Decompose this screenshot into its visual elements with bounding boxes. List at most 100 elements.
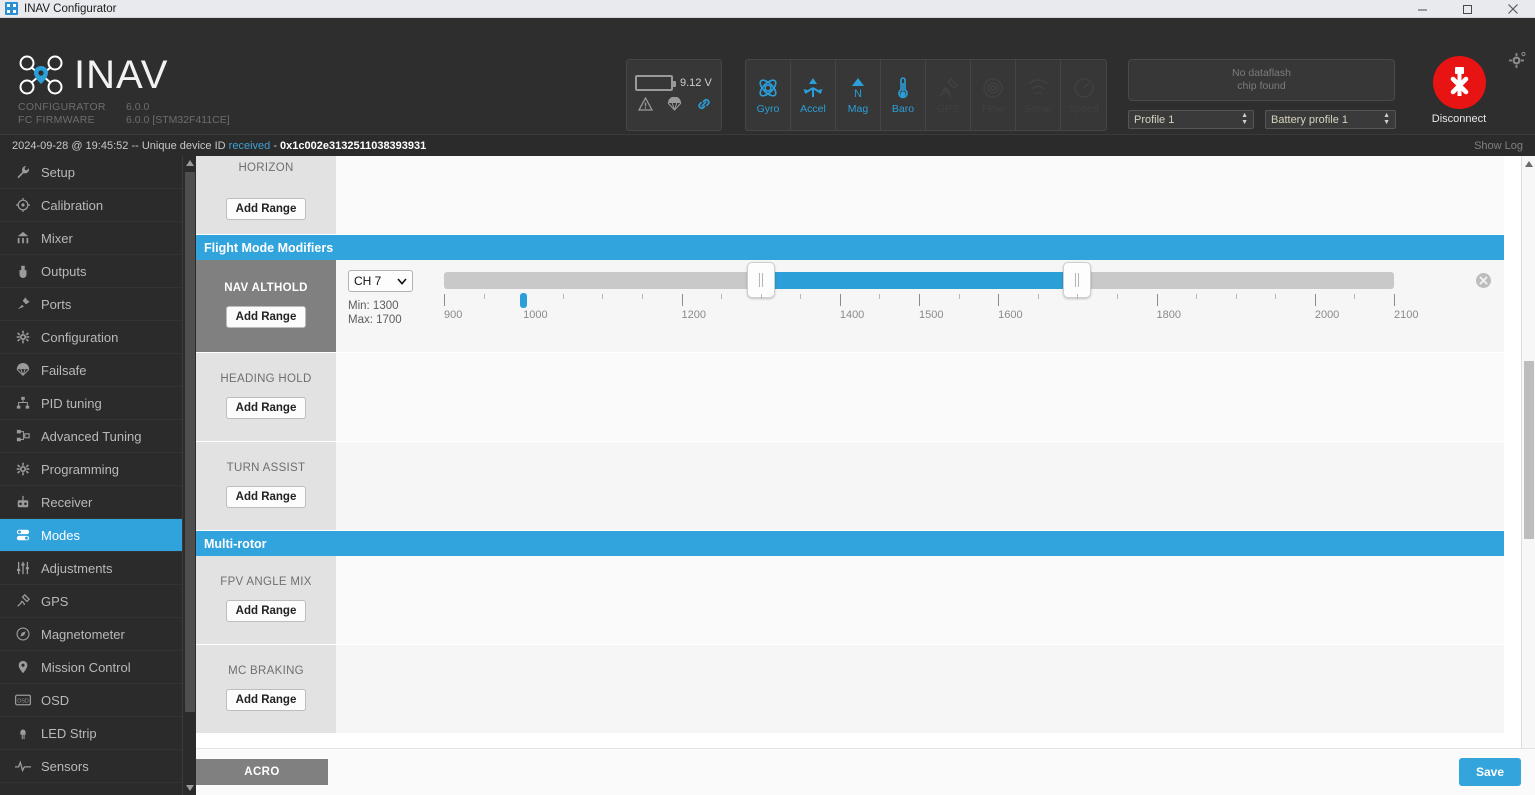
remove-range-icon[interactable] xyxy=(1476,273,1491,288)
scale-tick-label: 2100 xyxy=(1394,309,1418,321)
log-separator: -- xyxy=(131,140,138,152)
main-scrollbar[interactable] xyxy=(1521,156,1535,795)
main-scroll-thumb[interactable] xyxy=(1524,361,1534,539)
battery-profile-select[interactable]: Battery profile 1 ▲▼ xyxy=(1265,110,1396,129)
sidebar-item-failsafe[interactable]: Failsafe xyxy=(0,354,182,387)
sidebar-item-calibration[interactable]: Calibration xyxy=(0,189,182,222)
disconnect-button[interactable]: Disconnect xyxy=(1424,56,1494,125)
close-button[interactable] xyxy=(1490,0,1535,18)
toggles-icon xyxy=(14,528,32,542)
log-message-link[interactable]: received xyxy=(229,140,271,152)
warning-icon xyxy=(638,97,653,116)
parachute-failsafe-icon xyxy=(667,97,682,116)
configurator-version-value: 6.0.0 xyxy=(126,101,149,114)
sitemap-icon xyxy=(14,396,32,410)
range-minmax: Min: 1300 Max: 1700 xyxy=(348,299,444,327)
sensor-mag: N Mag xyxy=(836,60,881,130)
sidebar-item-gps[interactable]: GPS xyxy=(0,585,182,618)
parachute-icon xyxy=(14,363,32,377)
save-button[interactable]: Save xyxy=(1459,758,1521,786)
mode-ranges-area: CH 7 Min: 1300 Max: 1700 xyxy=(336,260,1504,352)
sidebar-scrollbar[interactable] xyxy=(182,156,196,795)
rc-transmitter-icon xyxy=(14,495,32,509)
scale-tick-major xyxy=(1315,294,1316,306)
modes-footer: ACRO Save xyxy=(196,748,1535,795)
scale-tick-label: 1400 xyxy=(840,309,864,321)
range-min-label: Min: 1300 xyxy=(348,299,444,313)
scale-tick-label: 900 xyxy=(444,309,462,321)
profile-select[interactable]: Profile 1 ▲▼ xyxy=(1128,110,1254,129)
firmware-version-label: FC FIRMWARE xyxy=(18,114,126,127)
flow-icon xyxy=(981,76,1005,100)
sidebar-item-advanced-tuning[interactable]: Advanced Tuning xyxy=(0,420,182,453)
sidebar-item-sensors[interactable]: Sensors xyxy=(0,750,182,783)
scale-tick-label: 1500 xyxy=(919,309,943,321)
range-slider-handle-max[interactable] xyxy=(1063,262,1091,298)
mode-name-cell: NAV ALTHOLD Add Range xyxy=(196,260,336,352)
add-range-button[interactable]: Add Range xyxy=(226,486,307,508)
sidebar-item-adjustments[interactable]: Adjustments xyxy=(0,552,182,585)
sidebar-item-modes[interactable]: Modes xyxy=(0,519,182,552)
sidebar-item-led-strip[interactable]: LED Strip xyxy=(0,717,182,750)
scale-tick-major xyxy=(1394,294,1395,306)
range-slider-handle-min[interactable] xyxy=(747,262,775,298)
sidebar-item-setup[interactable]: Setup xyxy=(0,156,182,189)
range-slider-track[interactable] xyxy=(444,272,1394,289)
sidebar-item-osd[interactable]: OSD OSD xyxy=(0,684,182,717)
sidebar-item-receiver[interactable]: Receiver xyxy=(0,486,182,519)
sidebar-item-label: OSD xyxy=(41,693,69,708)
maximize-button[interactable] xyxy=(1445,0,1490,18)
sensor-baro-label: Baro xyxy=(892,103,914,115)
add-range-button[interactable]: Add Range xyxy=(226,689,307,711)
chevron-updown-icon: ▲▼ xyxy=(1383,113,1390,126)
mode-title: HORIZON xyxy=(238,162,293,174)
current-mode-badge: ACRO xyxy=(196,759,328,785)
minimize-button[interactable] xyxy=(1400,0,1445,18)
sensor-accel-label: Accel xyxy=(800,103,826,115)
sidebar-item-mission-control[interactable]: Mission Control xyxy=(0,651,182,684)
sensor-flow-label: Flow xyxy=(982,103,1004,115)
window-controls xyxy=(1400,0,1535,18)
sidebar-item-label: PID tuning xyxy=(41,396,102,411)
sensor-accel: Accel xyxy=(791,60,836,130)
sidebar-item-mixer[interactable]: Mixer xyxy=(0,222,182,255)
scale-tick-minor xyxy=(1038,294,1039,299)
sidebar-item-label: GPS xyxy=(41,594,68,609)
scroll-down-arrow-icon[interactable] xyxy=(183,781,197,795)
link-connected-icon xyxy=(696,97,712,116)
sensor-sonar-label: Sonar xyxy=(1024,103,1052,115)
brand-name: INAV xyxy=(74,55,168,95)
range-slider-fill xyxy=(761,272,1078,289)
scale-tick-minor xyxy=(1117,294,1118,299)
add-range-button[interactable]: Add Range xyxy=(226,198,307,220)
show-log-button[interactable]: Show Log xyxy=(1474,140,1523,152)
sidebar-item-label: Sensors xyxy=(41,759,89,774)
sidebar-item-label: Ports xyxy=(41,297,71,312)
scale-tick-label: 2000 xyxy=(1315,309,1339,321)
scroll-up-arrow-icon[interactable] xyxy=(1522,156,1535,171)
sidebar-item-ports[interactable]: Ports xyxy=(0,288,182,321)
sidebar-item-label: Mixer xyxy=(41,231,73,246)
sidebar-item-programming[interactable]: Programming xyxy=(0,453,182,486)
sidebar-item-pid-tuning[interactable]: PID tuning xyxy=(0,387,182,420)
group-header-flight-mode-modifiers: Flight Mode Modifiers xyxy=(196,235,1504,260)
gear-icon[interactable] xyxy=(1507,51,1526,75)
scroll-up-arrow-icon[interactable] xyxy=(183,156,197,170)
configurator-version-label: CONFIGURATOR xyxy=(18,101,126,114)
scale-tick-label: 1000 xyxy=(523,309,547,321)
sidebar-item-configuration[interactable]: Configuration xyxy=(0,321,182,354)
chevron-down-icon xyxy=(397,274,407,288)
sidebar-item-magnetometer[interactable]: Magnetometer xyxy=(0,618,182,651)
scale-tick-label: 1200 xyxy=(682,309,706,321)
add-range-button[interactable]: Add Range xyxy=(226,306,307,328)
mode-title: MC BRAKING xyxy=(228,665,304,677)
sliders-icon xyxy=(14,561,32,575)
sidebar-item-outputs[interactable]: Outputs xyxy=(0,255,182,288)
sidebar-scroll-thumb[interactable] xyxy=(185,172,195,712)
add-range-button[interactable]: Add Range xyxy=(226,600,307,622)
battery-profile-select-value: Battery profile 1 xyxy=(1271,114,1348,126)
scale-tick-minor xyxy=(879,294,880,299)
sensor-baro: Baro xyxy=(881,60,926,130)
add-range-button[interactable]: Add Range xyxy=(226,397,307,419)
channel-select[interactable]: CH 7 xyxy=(348,270,413,292)
